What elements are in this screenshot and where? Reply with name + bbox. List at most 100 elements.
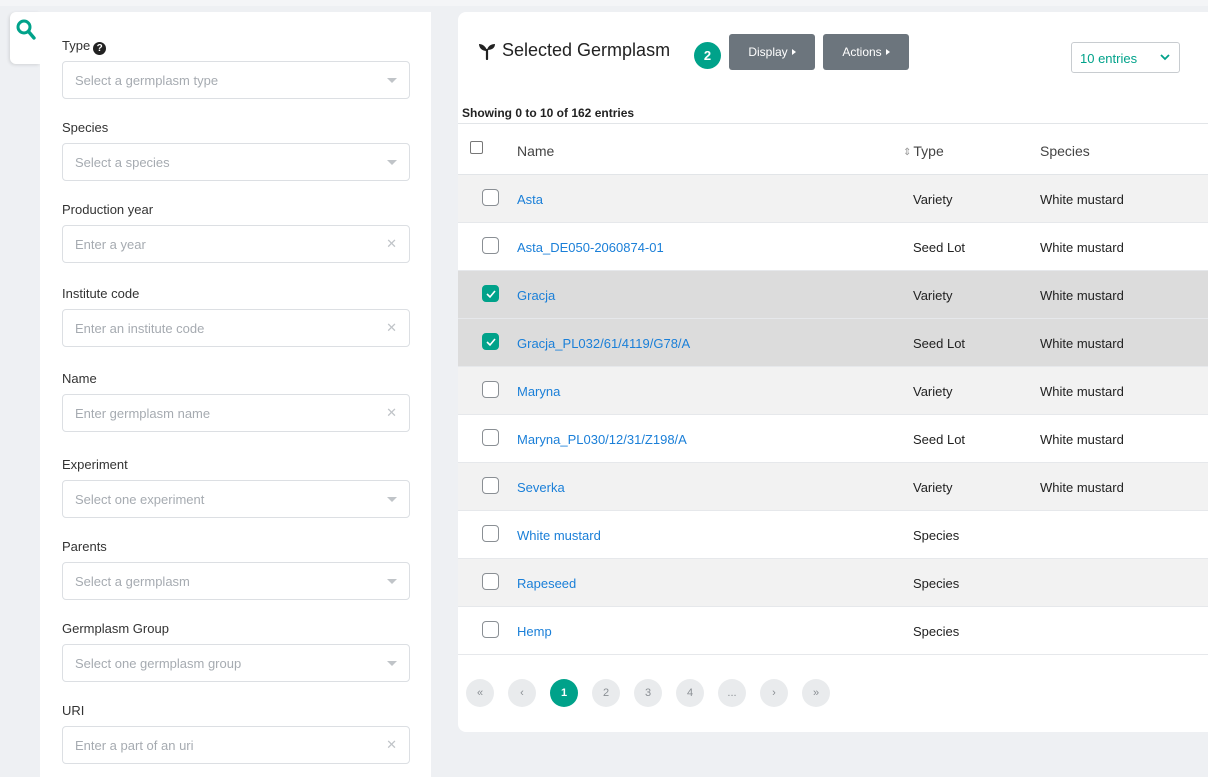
germplasm-species-cell: White mustard — [1040, 432, 1124, 447]
column-header-name[interactable]: Name — [517, 143, 554, 159]
germplasm-group-select[interactable]: Select one germplasm group — [62, 644, 410, 682]
germplasm-name-link[interactable]: Gracja_PL032/61/4119/G78/A — [517, 336, 690, 351]
experiment-select[interactable]: Select one experiment — [62, 480, 410, 518]
showing-entries-text: Showing 0 to 10 of 162 entries — [462, 106, 635, 120]
uri-input[interactable]: Enter a part of an uri ✕ — [62, 726, 410, 764]
table-row[interactable]: Hemp Species — [458, 607, 1208, 655]
page-button-3[interactable]: 3 — [634, 679, 662, 707]
germplasm-name-link[interactable]: Hemp — [517, 624, 552, 639]
uri-placeholder: Enter a part of an uri — [75, 738, 194, 753]
clear-icon[interactable]: ✕ — [386, 405, 397, 421]
last-page-button[interactable]: » — [802, 679, 830, 707]
caret-down-icon — [387, 579, 397, 584]
filter-label-name: Name — [62, 371, 97, 386]
search-toggle-tab[interactable] — [10, 12, 40, 64]
actions-button[interactable]: Actions — [823, 34, 909, 70]
table-row[interactable]: Maryna Variety White mustard — [458, 367, 1208, 415]
clear-icon[interactable]: ✕ — [386, 236, 397, 252]
table-header: Name ⇕ Type Species — [458, 123, 1208, 175]
page-button-2[interactable]: 2 — [592, 679, 620, 707]
germplasm-species-cell: White mustard — [1040, 480, 1124, 495]
row-checkbox[interactable] — [482, 237, 499, 254]
production-year-placeholder: Enter a year — [75, 237, 146, 252]
page-button-1[interactable]: 1 — [550, 679, 578, 707]
germplasm-type-cell: Variety — [913, 288, 953, 303]
help-icon[interactable]: ? — [93, 42, 107, 55]
search-icon — [16, 19, 36, 40]
species-select-placeholder: Select a species — [75, 155, 170, 170]
first-page-button[interactable]: « — [466, 679, 494, 707]
column-header-type[interactable]: ⇕ Type — [903, 143, 944, 159]
germplasm-type-cell: Species — [913, 576, 960, 591]
filter-label-parents: Parents — [62, 539, 107, 554]
table-row[interactable]: Rapeseed Species — [458, 559, 1208, 607]
name-input[interactable]: Enter germplasm name ✕ — [62, 394, 410, 432]
row-checkbox[interactable] — [482, 573, 499, 590]
table-row[interactable]: Gracja Variety White mustard — [458, 271, 1208, 319]
production-year-input[interactable]: Enter a year ✕ — [62, 225, 410, 263]
filter-label-type: Type? — [62, 38, 107, 55]
caret-right-icon — [885, 49, 890, 55]
filter-label-germplasm-group: Germplasm Group — [62, 621, 169, 636]
table-row[interactable]: Severka Variety White mustard — [458, 463, 1208, 511]
sprout-icon — [479, 43, 495, 60]
germplasm-name-link[interactable]: Gracja — [517, 288, 555, 303]
top-strip — [0, 0, 1208, 6]
germplasm-name-link[interactable]: Maryna — [517, 384, 560, 399]
checkmark-icon — [486, 290, 496, 299]
germplasm-type-cell: Variety — [913, 480, 953, 495]
filter-label-species: Species — [62, 120, 109, 135]
germplasm-name-link[interactable]: Maryna_PL030/12/31/Z198/A — [517, 432, 687, 447]
ellipsis-button[interactable]: ... — [718, 679, 746, 707]
table-row[interactable]: Asta_DE050-2060874-01 Seed Lot White musta… — [458, 223, 1208, 271]
row-checkbox[interactable] — [482, 189, 499, 206]
species-select[interactable]: Select a species — [62, 143, 410, 181]
germplasm-type-cell: Variety — [913, 192, 953, 207]
filter-panel: Type? Select a germplasm type Species Se… — [40, 12, 431, 777]
select-all-checkbox[interactable] — [470, 141, 483, 154]
germplasm-name-link[interactable]: Severka — [517, 480, 565, 495]
row-checkbox[interactable] — [482, 525, 499, 542]
prev-page-button[interactable]: ‹ — [508, 679, 536, 707]
row-checkbox[interactable] — [482, 285, 499, 302]
page-size-select[interactable]: 10 entries — [1071, 42, 1180, 73]
actions-button-label: Actions — [842, 45, 882, 59]
caret-down-icon — [387, 160, 397, 165]
caret-down-icon — [387, 661, 397, 666]
table-row[interactable]: Maryna_PL030/12/31/Z198/A Seed Lot White m… — [458, 415, 1208, 463]
clear-icon[interactable]: ✕ — [386, 320, 397, 336]
display-button[interactable]: Display — [729, 34, 815, 70]
parents-select-placeholder: Select a germplasm — [75, 574, 190, 589]
page-button-4[interactable]: 4 — [676, 679, 704, 707]
row-checkbox[interactable] — [482, 333, 499, 350]
caret-right-icon — [791, 49, 796, 55]
parents-select[interactable]: Select a germplasm — [62, 562, 410, 600]
germplasm-name-link[interactable]: Asta_DE050-2060874-01 — [517, 240, 664, 255]
germplasm-type-cell: Seed Lot — [913, 432, 966, 447]
clear-icon[interactable]: ✕ — [386, 737, 397, 753]
germplasm-species-cell: White mustard — [1040, 240, 1124, 255]
germplasm-name-link[interactable]: Asta — [517, 192, 543, 207]
table-row[interactable]: Gracja_PL032/61/4119/G78/A Seed Lot White … — [458, 319, 1208, 367]
caret-down-icon — [387, 497, 397, 502]
germplasm-species-cell: White mustard — [1040, 384, 1124, 399]
page-title-text: Selected Germplasm — [502, 40, 671, 60]
column-header-species[interactable]: Species — [1040, 143, 1090, 159]
next-page-button[interactable]: › — [760, 679, 788, 707]
germplasm-name-link[interactable]: White mustard — [517, 528, 601, 543]
table-row[interactable]: White mustard Species — [458, 511, 1208, 559]
germplasm-type-cell: Species — [913, 624, 960, 639]
germplasm-name-link[interactable]: Rapeseed — [517, 576, 576, 591]
germplasm-species-cell: White mustard — [1040, 288, 1124, 303]
table-row[interactable]: Asta Variety White mustard — [458, 175, 1208, 223]
caret-down-icon — [387, 78, 397, 83]
page-title: Selected Germplasm — [478, 40, 670, 61]
row-checkbox[interactable] — [482, 477, 499, 494]
institute-code-input[interactable]: Enter an institute code ✕ — [62, 309, 410, 347]
row-checkbox[interactable] — [482, 429, 499, 446]
row-checkbox[interactable] — [482, 381, 499, 398]
type-select[interactable]: Select a germplasm type — [62, 61, 410, 99]
experiment-select-placeholder: Select one experiment — [75, 492, 205, 507]
type-select-placeholder: Select a germplasm type — [75, 73, 219, 88]
row-checkbox[interactable] — [482, 621, 499, 638]
